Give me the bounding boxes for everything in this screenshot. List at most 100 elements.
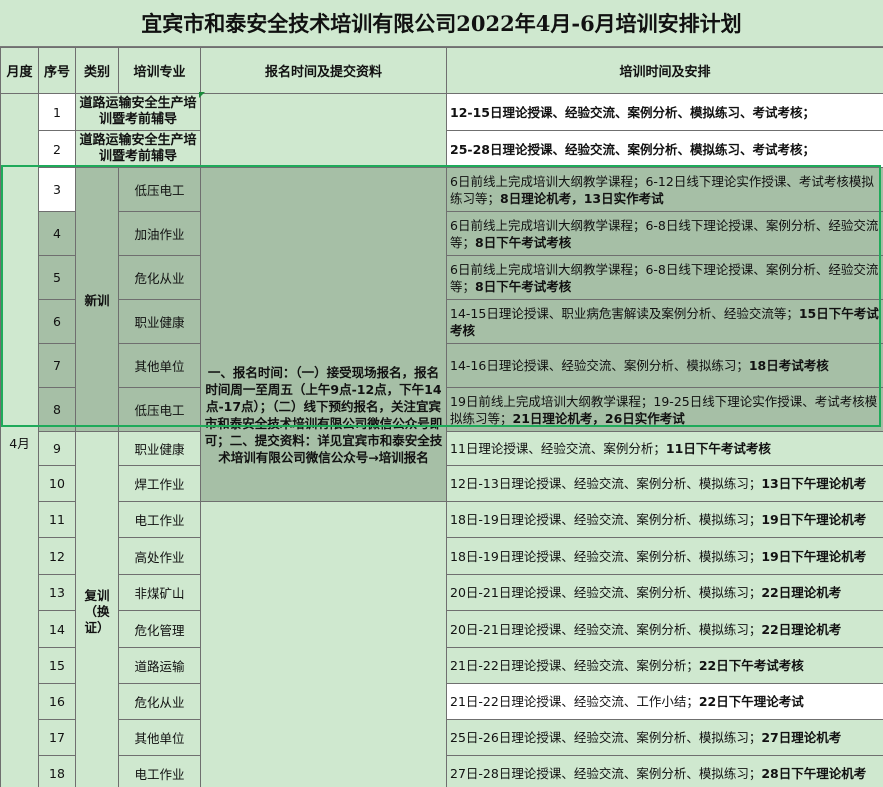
major-cell[interactable]: 低压电工 — [118, 167, 201, 212]
sheet-title[interactable]: 宜宾市和泰安全技术培训有限公司2022年4月-6月培训安排计划 — [0, 0, 883, 47]
major-cell[interactable]: 道路运输 — [118, 647, 201, 684]
major-cell[interactable]: 非煤矿山 — [118, 574, 201, 611]
exam-text: 13日下午理论机考 — [761, 476, 867, 491]
month-cell[interactable]: 4月 — [0, 93, 39, 787]
category-renew[interactable]: 复训（换证） — [75, 431, 119, 787]
schedule-cell[interactable]: 19日前线上完成培训大纲教学课程；19-25日线下理论实作授课、考试考核模拟练习… — [446, 387, 883, 432]
registration-text: 一、报名时间：（一）接受现场报名，报名时间周一至周五（上午9点-12点，下午14… — [204, 364, 443, 465]
exam-text: 19日下午理论机考 — [761, 512, 867, 527]
row-number[interactable]: 13 — [38, 574, 76, 611]
schedule-cell[interactable]: 6日前线上完成培训大纲教学课程；6-8日线下理论授课、案例分析、经验交流等；8日… — [446, 211, 883, 256]
major-cell[interactable]: 焊工作业 — [118, 465, 201, 502]
major-cell[interactable]: 高处作业 — [118, 537, 201, 575]
major-cell[interactable]: 低压电工 — [118, 387, 201, 432]
exam-text: 22日下午理论考试 — [698, 694, 804, 709]
major-cell[interactable]: 道路运输安全生产培训暨考前辅导 — [75, 130, 201, 168]
row-number[interactable]: 5 — [38, 255, 76, 300]
major-cell[interactable]: 危化从业 — [118, 683, 201, 720]
row-number[interactable]: 4 — [38, 211, 76, 256]
row-number[interactable]: 8 — [38, 387, 76, 432]
schedule-cell[interactable]: 18日-19日理论授课、经验交流、案例分析、模拟练习；19日下午理论机考 — [446, 537, 883, 575]
schedule-cell[interactable]: 6日前线上完成培训大纲教学课程；6-8日线下理论授课、案例分析、经验交流等；8日… — [446, 255, 883, 300]
major-cell[interactable]: 职业健康 — [118, 299, 201, 344]
registration-blank-lower[interactable] — [200, 501, 447, 787]
schedule-text: 18日-19日理论授课、经验交流、案例分析、模拟练习； — [450, 512, 762, 527]
exam-text: 22日理论机考 — [761, 621, 842, 637]
major-cell[interactable]: 其他单位 — [118, 719, 201, 756]
schedule-cell[interactable]: 21日-22日理论授课、经验交流、案例分析；22日下午考试考核 — [446, 647, 883, 684]
row-number[interactable]: 15 — [38, 647, 76, 684]
header-major[interactable]: 培训专业 — [118, 47, 201, 94]
row-number[interactable]: 3 — [38, 167, 76, 212]
schedule-text: 27日-28日理论授课、经验交流、案例分析、模拟练习； — [450, 766, 762, 781]
schedule-table: 月度 序号 类别 培训专业 报名时间及提交资料 培训时间及安排 4月 1 道路运… — [0, 47, 883, 787]
row-number[interactable]: 1 — [38, 93, 76, 131]
table-row: 4月 1 道路运输安全生产培训暨考前辅导 12-15日理论授课、经验交流、案例分… — [0, 93, 883, 787]
schedule-text: 14-16日理论授课、经验交流、案例分析、模拟练习； — [450, 358, 749, 373]
exam-text: 21日理论机考，26日实作考试 — [512, 410, 685, 426]
category-new[interactable]: 新训 — [75, 167, 119, 432]
exam-text: 18日考试考核 — [748, 358, 829, 373]
registration-cell[interactable]: 一、报名时间：（一）接受现场报名，报名时间周一至周五（上午9点-12点，下午14… — [200, 167, 447, 502]
schedule-cell[interactable]: 25-28日理论授课、经验交流、案例分析、模拟练习、考试考核； — [446, 130, 883, 168]
schedule-text: 21日-22日理论授课、经验交流、工作小结； — [450, 694, 699, 709]
exam-text: 19日下午理论机考 — [761, 548, 867, 564]
row-number[interactable]: 7 — [38, 343, 76, 388]
header-schedule[interactable]: 培训时间及安排 — [446, 47, 883, 94]
exam-text: 11日下午考试考核 — [665, 441, 771, 456]
header-month[interactable]: 月度 — [0, 47, 39, 94]
major-cell[interactable]: 道路运输安全生产培训暨考前辅导 — [75, 93, 201, 131]
row-number[interactable]: 9 — [38, 431, 76, 466]
major-cell[interactable]: 电工作业 — [118, 501, 201, 538]
major-cell[interactable]: 加油作业 — [118, 211, 201, 256]
schedule-text: 20日-21日理论授课、经验交流、案例分析、模拟练习； — [450, 585, 762, 600]
schedule-cell[interactable]: 14-16日理论授课、经验交流、案例分析、模拟练习；18日考试考核 — [446, 343, 883, 388]
table-row: 11 电工作业 18日-19日理论授课、经验交流、案例分析、模拟练习；19日下午… — [1, 501, 883, 787]
schedule-cell[interactable]: 12-15日理论授课、经验交流、案例分析、模拟练习、考试考核； — [446, 93, 883, 131]
row-number[interactable]: 6 — [38, 299, 76, 344]
row-number[interactable]: 16 — [38, 683, 76, 720]
schedule-cell[interactable]: 25日-26日理论授课、经验交流、案例分析、模拟练习；27日理论机考 — [446, 719, 883, 756]
comment-marker-icon — [199, 92, 205, 98]
header-no[interactable]: 序号 — [38, 47, 76, 94]
exam-text: 27日理论机考 — [761, 730, 842, 745]
schedule-cell[interactable]: 6日前线上完成培训大纲教学课程；6-12日线下理论实作授课、考试考核模拟练习等；… — [446, 167, 883, 212]
schedule-cell[interactable]: 20日-21日理论授课、经验交流、案例分析、模拟练习；22日理论机考 — [446, 610, 883, 648]
row-number[interactable]: 11 — [38, 501, 76, 538]
row-number[interactable]: 14 — [38, 610, 76, 648]
schedule-cell[interactable]: 14-15日理论授课、职业病危害解读及案例分析、经验交流等；15日下午考试考核 — [446, 299, 883, 344]
registration-blank[interactable] — [200, 93, 447, 168]
row-number[interactable]: 2 — [38, 130, 76, 168]
row-number[interactable]: 17 — [38, 719, 76, 756]
schedule-text: 11日理论授课、经验交流、案例分析； — [450, 441, 666, 456]
schedule-text: 12日-13日理论授课、经验交流、案例分析、模拟练习； — [450, 476, 762, 491]
major-cell[interactable]: 其他单位 — [118, 343, 201, 388]
row-number[interactable]: 18 — [38, 755, 76, 787]
major-cell[interactable]: 危化从业 — [118, 255, 201, 300]
schedule-cell[interactable]: 11日理论授课、经验交流、案例分析；11日下午考试考核 — [446, 431, 883, 466]
exam-text: 22日下午考试考核 — [698, 658, 804, 673]
header-row: 月度 序号 类别 培训专业 报名时间及提交资料 培训时间及安排 — [0, 47, 883, 94]
schedule-text: 20日-21日理论授课、经验交流、案例分析、模拟练习； — [450, 621, 762, 637]
exam-text: 8日理论机考，13日实作考试 — [500, 190, 664, 206]
schedule-text: 21日-22日理论授课、经验交流、案例分析； — [450, 658, 699, 673]
header-category[interactable]: 类别 — [75, 47, 119, 94]
schedule-cell[interactable]: 12日-13日理论授课、经验交流、案例分析、模拟练习；13日下午理论机考 — [446, 465, 883, 502]
schedule-cell[interactable]: 18日-19日理论授课、经验交流、案例分析、模拟练习；19日下午理论机考 — [446, 501, 883, 538]
major-cell[interactable]: 危化管理 — [118, 610, 201, 648]
schedule-cell[interactable]: 20日-21日理论授课、经验交流、案例分析、模拟练习；22日理论机考 — [446, 574, 883, 611]
header-registration[interactable]: 报名时间及提交资料 — [200, 47, 447, 94]
row-number[interactable]: 12 — [38, 537, 76, 575]
exam-text: 22日理论机考 — [761, 585, 842, 600]
exam-text: 28日下午理论机考 — [761, 766, 867, 781]
major-cell[interactable]: 电工作业 — [118, 755, 201, 787]
schedule-cell[interactable]: 21日-22日理论授课、经验交流、工作小结；22日下午理论考试 — [446, 683, 883, 720]
major-cell[interactable]: 职业健康 — [118, 431, 201, 466]
schedule-cell[interactable]: 27日-28日理论授课、经验交流、案例分析、模拟练习；28日下午理论机考 — [446, 755, 883, 787]
schedule-text: 25日-26日理论授课、经验交流、案例分析、模拟练习； — [450, 730, 762, 745]
table-row: 3 新训 低压电工 一、报名时间：（一）接受现场报名，报名时间周一至周五（上午9… — [1, 167, 883, 502]
schedule-text: 18日-19日理论授课、经验交流、案例分析、模拟练习； — [450, 548, 762, 564]
schedule-text: 14-15日理论授课、职业病危害解读及案例分析、经验交流等； — [450, 305, 799, 321]
exam-text: 8日下午考试考核 — [475, 234, 572, 250]
row-number[interactable]: 10 — [38, 465, 76, 502]
